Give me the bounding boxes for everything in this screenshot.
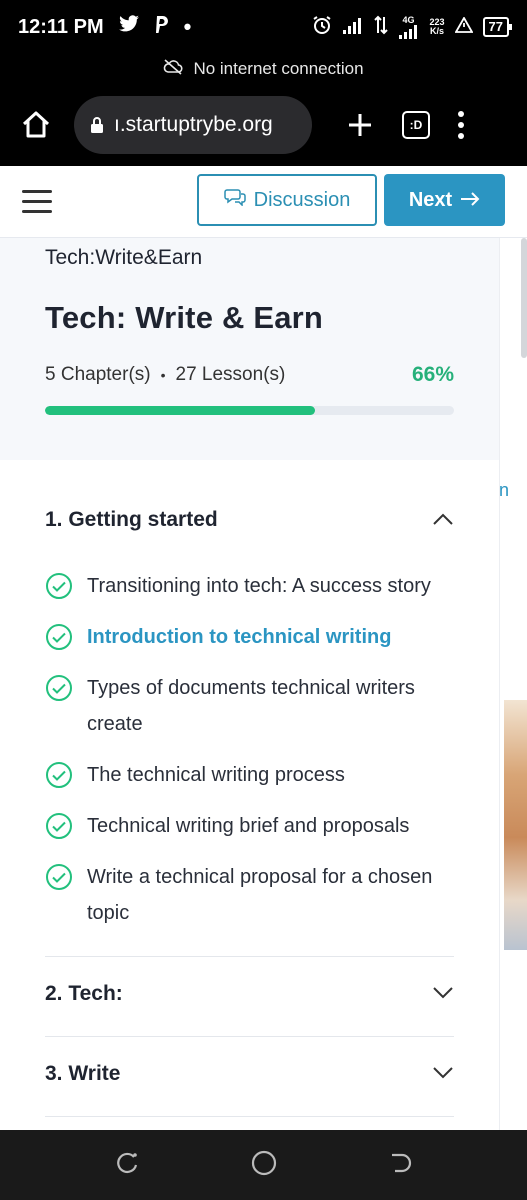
progress-bar-fill xyxy=(45,406,315,415)
url-text: ı.startuptrybe.org xyxy=(114,113,273,136)
chapter-divider xyxy=(45,956,454,957)
dot-icon xyxy=(458,122,464,128)
separator-dot: • xyxy=(160,367,166,383)
network-type-group: 4G xyxy=(398,14,420,39)
back-button[interactable] xyxy=(388,1150,414,1181)
menu-line xyxy=(22,210,52,213)
app-header: Discussion Next xyxy=(0,166,527,238)
home-button[interactable] xyxy=(18,107,54,143)
lesson-item[interactable]: Types of documents technical writers cre… xyxy=(45,670,454,742)
lesson-item[interactable]: Transitioning into tech: A success story xyxy=(45,568,454,604)
lesson-item-active[interactable]: Introduction to technical writing xyxy=(45,619,454,655)
side-image-peek xyxy=(504,700,527,950)
browser-toolbar: ı.startuptrybe.org :D xyxy=(0,84,527,166)
lesson-title: Types of documents technical writers cre… xyxy=(87,677,415,735)
chapter-header-3[interactable]: 3. Write xyxy=(45,1062,454,1086)
lesson-title: The technical writing process xyxy=(87,764,345,786)
system-navigation-bar xyxy=(0,1130,527,1200)
data-transfer-icon xyxy=(373,15,388,39)
chapter-title: 2. Tech: xyxy=(45,982,123,1005)
chapter-divider xyxy=(45,1036,454,1037)
lesson-item[interactable]: Write a technical proposal for a chosen … xyxy=(45,859,454,931)
status-bar: 12:11 PM • 4G 223 K/s 77 xyxy=(0,0,527,54)
chat-icon xyxy=(223,188,246,212)
network-type: 4G xyxy=(402,14,415,25)
lesson-title: Write a technical proposal for a chosen … xyxy=(87,866,433,924)
notification-icons: • xyxy=(118,14,192,40)
no-internet-banner: No internet connection xyxy=(0,54,527,84)
menu-line xyxy=(22,190,52,193)
check-circle-icon xyxy=(46,813,72,839)
status-right: 4G 223 K/s 77 xyxy=(312,14,513,39)
twitter-icon xyxy=(118,15,140,39)
chevron-down-icon xyxy=(432,1062,454,1086)
progress-percent: 66% xyxy=(411,363,454,386)
menu-line xyxy=(22,200,52,203)
scrollbar-thumb[interactable] xyxy=(521,238,527,358)
dot-icon xyxy=(458,111,464,117)
network-speed: 223 K/s xyxy=(430,18,445,36)
progress-bar xyxy=(45,406,454,415)
chevron-up-icon xyxy=(432,508,454,532)
notification-dot-icon: • xyxy=(183,14,192,39)
signal-icon-2 xyxy=(398,24,417,39)
lesson-item[interactable]: Technical writing brief and proposals xyxy=(45,808,454,844)
chapter-title: 1. Getting started xyxy=(45,508,218,531)
check-circle-icon xyxy=(46,573,72,599)
course-title: Tech: Write & Earn xyxy=(45,300,324,335)
signal-icon xyxy=(342,16,364,38)
home-nav-button[interactable] xyxy=(250,1149,278,1182)
next-button[interactable]: Next xyxy=(384,174,505,226)
new-tab-button[interactable] xyxy=(342,107,378,143)
cloud-off-icon xyxy=(163,58,183,80)
side-content-peek: n xyxy=(499,480,510,500)
recents-icon xyxy=(116,1152,137,1173)
back-icon xyxy=(391,1153,411,1172)
network-speed-unit: K/s xyxy=(430,26,445,36)
chapter-title: 3. Write xyxy=(45,1062,121,1085)
battery-indicator: 77 xyxy=(482,17,513,37)
chapter-header-2[interactable]: 2. Tech: xyxy=(45,982,454,1006)
alarm-icon xyxy=(312,15,332,39)
lessons-count: 27 Lesson(s) xyxy=(175,364,286,385)
check-circle-icon xyxy=(46,864,72,890)
lesson-item[interactable]: The technical writing process xyxy=(45,757,454,793)
discussion-button[interactable]: Discussion xyxy=(197,174,377,226)
check-circle-icon xyxy=(46,675,72,701)
chevron-down-icon xyxy=(432,982,454,1006)
course-breadcrumb: Tech:Write&Earn xyxy=(45,246,203,269)
home-icon xyxy=(22,111,50,138)
circle-home-icon xyxy=(251,1150,276,1175)
status-time: 12:11 PM xyxy=(18,15,104,38)
next-label: Next xyxy=(408,188,453,211)
address-bar[interactable]: ı.startuptrybe.org xyxy=(74,96,312,154)
dot-icon xyxy=(458,133,464,139)
side-content-strip xyxy=(499,238,527,1130)
lesson-list: Transitioning into tech: A success story… xyxy=(45,568,454,946)
pinterest-icon xyxy=(154,14,170,40)
discussion-label: Discussion xyxy=(253,188,351,211)
check-circle-icon xyxy=(46,624,72,650)
no-internet-text: No internet connection xyxy=(193,59,364,78)
check-circle-icon xyxy=(46,762,72,788)
recents-button[interactable] xyxy=(114,1150,140,1181)
course-meta: 5 Chapter(s) • 27 Lesson(s) xyxy=(45,364,285,386)
chapter-header-1[interactable]: 1. Getting started xyxy=(45,508,454,532)
browser-menu-button[interactable] xyxy=(458,111,464,139)
lock-icon xyxy=(90,116,104,134)
lesson-title: Transitioning into tech: A success story xyxy=(87,575,431,597)
plus-icon xyxy=(349,114,371,136)
chapters-count: 5 Chapter(s) xyxy=(45,364,151,385)
tab-switcher-button[interactable]: :D xyxy=(402,111,430,139)
lesson-title: Technical writing brief and proposals xyxy=(87,815,410,837)
lesson-title: Introduction to technical writing xyxy=(87,626,392,648)
warning-icon xyxy=(453,16,474,37)
arrow-right-icon xyxy=(460,189,480,212)
course-summary-panel: Tech:Write&Earn Tech: Write & Earn 5 Cha… xyxy=(0,238,499,460)
hamburger-menu-button[interactable] xyxy=(22,190,52,213)
chapter-divider xyxy=(45,1116,454,1117)
chapter-list: 1. Getting started Transitioning into te… xyxy=(0,460,499,1130)
